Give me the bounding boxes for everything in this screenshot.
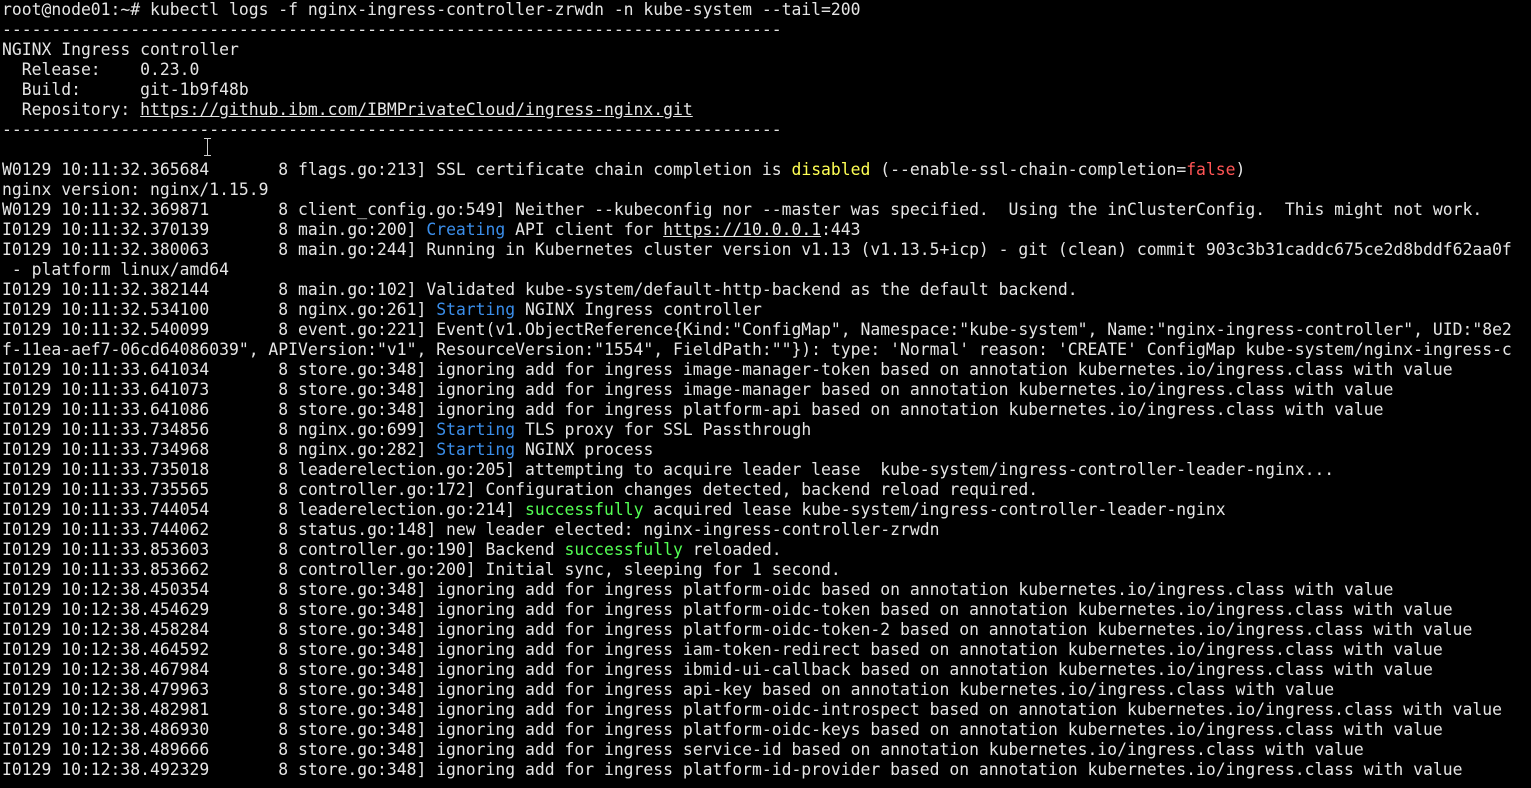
terminal-line: I0129 10:11:33.734968 8 nginx.go:282] St… — [2, 440, 1531, 460]
terminal-line: W0129 10:11:32.365684 8 flags.go:213] SS… — [2, 160, 1531, 180]
log-text: I0129 10:12:38.458284 8 store.go:348] ig… — [2, 620, 1473, 639]
terminal-line: Release: 0.23.0 — [2, 60, 1531, 80]
terminal-line: I0129 10:11:33.641073 8 store.go:348] ig… — [2, 380, 1531, 400]
log-text: I0129 10:11:32.534100 8 nginx.go:261] — [2, 300, 437, 319]
log-text: I0129 10:12:38.492329 8 store.go:348] ig… — [2, 760, 1463, 779]
url-link[interactable]: https://github.ibm.com/IBMPrivateCloud/i… — [140, 100, 693, 119]
log-text: W0129 10:11:32.365684 8 flags.go:213] SS… — [2, 160, 792, 179]
terminal-line: I0129 10:11:33.735018 8 leaderelection.g… — [2, 460, 1531, 480]
highlight-green: successfully — [525, 500, 644, 519]
log-text: I0129 10:12:38.482981 8 store.go:348] ig… — [2, 700, 1502, 719]
terminal-line: I0129 10:12:38.450354 8 store.go:348] ig… — [2, 580, 1531, 600]
terminal-line: ----------------------------------------… — [2, 20, 1531, 40]
log-text: (--enable-ssl-chain-completion= — [870, 160, 1187, 179]
log-text: W0129 10:11:32.369871 8 client_config.go… — [2, 200, 1483, 219]
terminal-line: I0129 10:11:32.540099 8 event.go:221] Ev… — [2, 320, 1531, 340]
terminal-line: I0129 10:11:33.735565 8 controller.go:17… — [2, 480, 1531, 500]
log-text: I0129 10:11:33.735018 8 leaderelection.g… — [2, 460, 1335, 479]
log-text: reloaded. — [682, 540, 782, 559]
log-text: ----------------------------------------… — [2, 120, 782, 139]
log-text: f-11ea-aef7-06cd64086039", APIVersion:"v… — [2, 340, 1512, 359]
log-text: Release: 0.23.0 — [2, 60, 200, 79]
log-text: API client for — [505, 220, 664, 239]
terminal-line: I0129 10:11:32.370139 8 main.go:200] Cre… — [2, 220, 1531, 240]
terminal-line: I0129 10:11:32.534100 8 nginx.go:261] St… — [2, 300, 1531, 320]
terminal-line: W0129 10:11:32.369871 8 client_config.go… — [2, 200, 1531, 220]
log-text: Build: git-1b9f48b — [2, 80, 249, 99]
terminal-line: I0129 10:11:32.380063 8 main.go:244] Run… — [2, 240, 1531, 260]
text-cursor-icon — [203, 138, 212, 156]
terminal-output[interactable]: root@node01:~# kubectl logs -f nginx-ing… — [2, 0, 1531, 780]
highlight-red: false — [1186, 160, 1236, 179]
terminal-line: Build: git-1b9f48b — [2, 80, 1531, 100]
highlight-blue: Starting — [436, 440, 516, 459]
log-text: I0129 10:12:38.467984 8 store.go:348] ig… — [2, 660, 1433, 679]
log-text: I0129 10:12:38.450354 8 store.go:348] ig… — [2, 580, 1394, 599]
terminal-line: I0129 10:12:38.464592 8 store.go:348] ig… — [2, 640, 1531, 660]
terminal-line: I0129 10:11:33.853662 8 controller.go:20… — [2, 560, 1531, 580]
log-text: I0129 10:11:33.734856 8 nginx.go:699] — [2, 420, 437, 439]
log-text: I0129 10:11:33.853603 8 controller.go:19… — [2, 540, 565, 559]
log-text: Repository: — [2, 100, 141, 119]
terminal-line: I0129 10:11:32.382144 8 main.go:102] Val… — [2, 280, 1531, 300]
terminal-line: nginx version: nginx/1.15.9 — [2, 180, 1531, 200]
log-text: I0129 10:11:32.540099 8 event.go:221] Ev… — [2, 320, 1512, 339]
terminal-line: I0129 10:11:33.744054 8 leaderelection.g… — [2, 500, 1531, 520]
log-text: NGINX Ingress controller — [515, 300, 762, 319]
terminal-line: I0129 10:11:33.734856 8 nginx.go:699] St… — [2, 420, 1531, 440]
log-text: I0129 10:11:33.641086 8 store.go:348] ig… — [2, 400, 1384, 419]
log-text: I0129 10:12:38.454629 8 store.go:348] ig… — [2, 600, 1453, 619]
log-text: I0129 10:12:38.464592 8 store.go:348] ig… — [2, 640, 1443, 659]
log-text: I0129 10:11:32.380063 8 main.go:244] Run… — [2, 240, 1512, 259]
log-text: I0129 10:11:32.370139 8 main.go:200] — [2, 220, 427, 239]
terminal-window[interactable]: root@node01:~# kubectl logs -f nginx-ing… — [0, 0, 1531, 788]
highlight-blue: Starting — [436, 420, 516, 439]
log-text: I0129 10:11:33.641034 8 store.go:348] ig… — [2, 360, 1453, 379]
log-text: NGINX Ingress controller — [2, 40, 239, 59]
highlight-green: successfully — [564, 540, 683, 559]
highlight-yellow: disabled — [791, 160, 871, 179]
log-text: I0129 10:12:38.479963 8 store.go:348] ig… — [2, 680, 1335, 699]
log-text: I0129 10:11:33.641073 8 store.go:348] ig… — [2, 380, 1394, 399]
terminal-line: I0129 10:12:38.486930 8 store.go:348] ig… — [2, 720, 1531, 740]
terminal-line: ----------------------------------------… — [2, 120, 1531, 140]
highlight-blue: Creating — [426, 220, 506, 239]
terminal-line: I0129 10:12:38.467984 8 store.go:348] ig… — [2, 660, 1531, 680]
log-text: root@node01:~# kubectl logs -f nginx-ing… — [2, 0, 861, 19]
log-text: acquired lease kube-system/ingress-contr… — [643, 500, 1226, 519]
terminal-line: I0129 10:12:38.454629 8 store.go:348] ig… — [2, 600, 1531, 620]
log-text: I0129 10:11:33.853662 8 controller.go:20… — [2, 560, 841, 579]
command-prompt-line: root@node01:~# kubectl logs -f nginx-ing… — [2, 0, 1531, 20]
log-text: I0129 10:11:32.382144 8 main.go:102] Val… — [2, 280, 1078, 299]
log-text: I0129 10:11:33.734968 8 nginx.go:282] — [2, 440, 437, 459]
log-text: I0129 10:11:33.744054 8 leaderelection.g… — [2, 500, 526, 519]
log-text: I0129 10:11:33.735565 8 controller.go:17… — [2, 480, 1039, 499]
log-text: :443 — [821, 220, 861, 239]
log-text: ) — [1235, 160, 1246, 179]
log-text: - platform linux/amd64 — [2, 260, 229, 279]
terminal-line: I0129 10:11:33.641086 8 store.go:348] ig… — [2, 400, 1531, 420]
terminal-line: I0129 10:12:38.489666 8 store.go:348] ig… — [2, 740, 1531, 760]
terminal-line: I0129 10:12:38.482981 8 store.go:348] ig… — [2, 700, 1531, 720]
terminal-line: NGINX Ingress controller — [2, 40, 1531, 60]
terminal-line: I0129 10:12:38.458284 8 store.go:348] ig… — [2, 620, 1531, 640]
highlight-blue: Starting — [436, 300, 516, 319]
terminal-line: I0129 10:12:38.479963 8 store.go:348] ig… — [2, 680, 1531, 700]
terminal-line: I0129 10:11:33.641034 8 store.go:348] ig… — [2, 360, 1531, 380]
log-text: nginx version: nginx/1.15.9 — [2, 180, 269, 199]
log-text: I0129 10:12:38.489666 8 store.go:348] ig… — [2, 740, 1364, 759]
terminal-line: I0129 10:12:38.492329 8 store.go:348] ig… — [2, 760, 1531, 780]
log-text: TLS proxy for SSL Passthrough — [515, 420, 812, 439]
log-text: I0129 10:12:38.486930 8 store.go:348] ig… — [2, 720, 1443, 739]
terminal-line: I0129 10:11:33.744062 8 status.go:148] n… — [2, 520, 1531, 540]
terminal-line: Repository: https://github.ibm.com/IBMPr… — [2, 100, 1531, 120]
terminal-line: - platform linux/amd64 — [2, 260, 1531, 280]
log-text: ----------------------------------------… — [2, 20, 782, 39]
log-text: I0129 10:11:33.744062 8 status.go:148] n… — [2, 520, 940, 539]
url-link[interactable]: https://10.0.0.1 — [663, 220, 821, 239]
terminal-line: I0129 10:11:33.853603 8 controller.go:19… — [2, 540, 1531, 560]
log-text: NGINX process — [515, 440, 654, 459]
terminal-line: f-11ea-aef7-06cd64086039", APIVersion:"v… — [2, 340, 1531, 360]
